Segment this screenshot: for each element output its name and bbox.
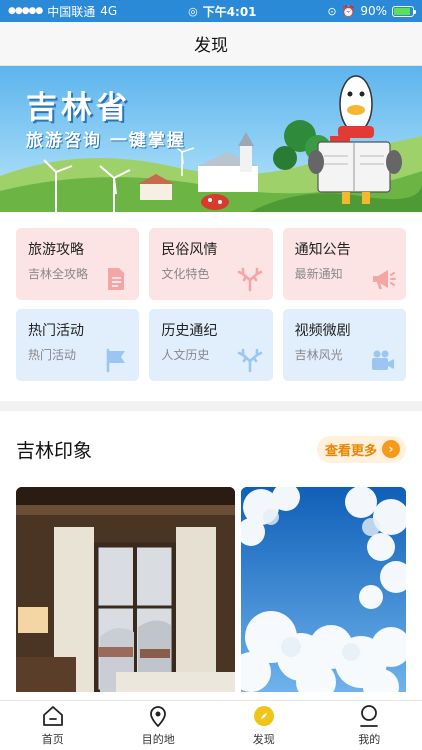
tab-mine[interactable]: 我的	[317, 701, 422, 750]
section-title: 吉林印象	[16, 439, 93, 462]
tab-label: 首页	[41, 733, 64, 746]
banner-subtitle: 旅游咨询 一键掌握	[26, 131, 186, 151]
section-divider	[0, 401, 422, 411]
antler-icon	[237, 267, 262, 292]
banner-title: 吉林省	[26, 90, 131, 126]
category-grid: 旅游攻略 吉林全攻略 民俗风情 文化特色 通知公告 最新通知 热门活动 热门活动…	[0, 212, 422, 389]
category-travel-guide[interactable]: 旅游攻略 吉林全攻略	[16, 228, 140, 300]
flag-icon	[107, 348, 126, 373]
impression-photos	[0, 487, 422, 692]
document-icon	[108, 268, 125, 290]
rime-trees-photo[interactable]	[241, 487, 406, 692]
category-folk-customs[interactable]: 民俗风情 文化特色	[149, 228, 273, 300]
rotation-lock-icon: ⊙	[327, 4, 337, 18]
category-video-drama[interactable]: 视频微剧 吉林风光	[282, 309, 406, 381]
category-title: 民俗风情	[161, 242, 218, 258]
time-label: 下午4:01	[202, 4, 257, 19]
user-icon	[360, 705, 379, 727]
status-bar: ●●●●● 中国联通 4G ◎ 下午4:01 ⊙ ⏰ 90%	[0, 0, 422, 22]
tab-home[interactable]: 首页	[0, 701, 106, 750]
nav-bar: 发现	[0, 22, 422, 66]
hotel-room-photo[interactable]	[16, 487, 235, 692]
banner[interactable]: 吉林省 旅游咨询 一键掌握	[0, 66, 422, 212]
battery-fill	[394, 7, 411, 15]
tab-label: 目的地	[141, 733, 175, 746]
view-more-label: 查看更多	[324, 443, 377, 459]
hotel-room-image	[16, 487, 235, 692]
tab-bar: 首页 目的地 发现 我的	[0, 700, 422, 750]
category-title: 旅游攻略	[28, 242, 84, 258]
tab-label: 我的	[358, 733, 381, 746]
page-title: 发现	[194, 36, 228, 56]
tab-destination[interactable]: 目的地	[106, 701, 212, 750]
tab-label: 发现	[252, 733, 275, 746]
megaphone-icon	[373, 270, 396, 289]
category-title: 视频微剧	[294, 323, 351, 339]
category-announcements[interactable]: 通知公告 最新通知	[282, 228, 406, 300]
section-header: 吉林印象 查看更多 ›	[0, 411, 422, 487]
compass-icon	[253, 706, 274, 726]
home-icon	[42, 706, 63, 726]
view-more-button[interactable]: 查看更多 ›	[316, 435, 406, 463]
tab-discover[interactable]: 发现	[211, 701, 317, 750]
category-history[interactable]: 历史通纪 人文历史	[149, 309, 273, 381]
vpn-icon: ◎	[188, 4, 198, 18]
category-title: 热门活动	[28, 323, 84, 339]
signal-icon: ●●●●●	[8, 6, 43, 16]
category-hot-events[interactable]: 热门活动 热门活动	[16, 309, 140, 381]
carrier-label: 中国联通	[47, 4, 96, 19]
video-camera-icon	[372, 350, 394, 370]
category-title: 通知公告	[294, 242, 351, 258]
alarm-icon: ⏰	[341, 4, 356, 18]
category-title: 历史通纪	[161, 323, 218, 339]
location-pin-icon	[150, 706, 167, 728]
battery-icon	[392, 5, 416, 17]
network-label: 4G	[100, 4, 118, 18]
rime-trees-image	[241, 487, 406, 692]
chevron-right-icon: ›	[382, 440, 400, 458]
battery-label: 90%	[360, 4, 387, 18]
antler-icon	[237, 348, 262, 373]
